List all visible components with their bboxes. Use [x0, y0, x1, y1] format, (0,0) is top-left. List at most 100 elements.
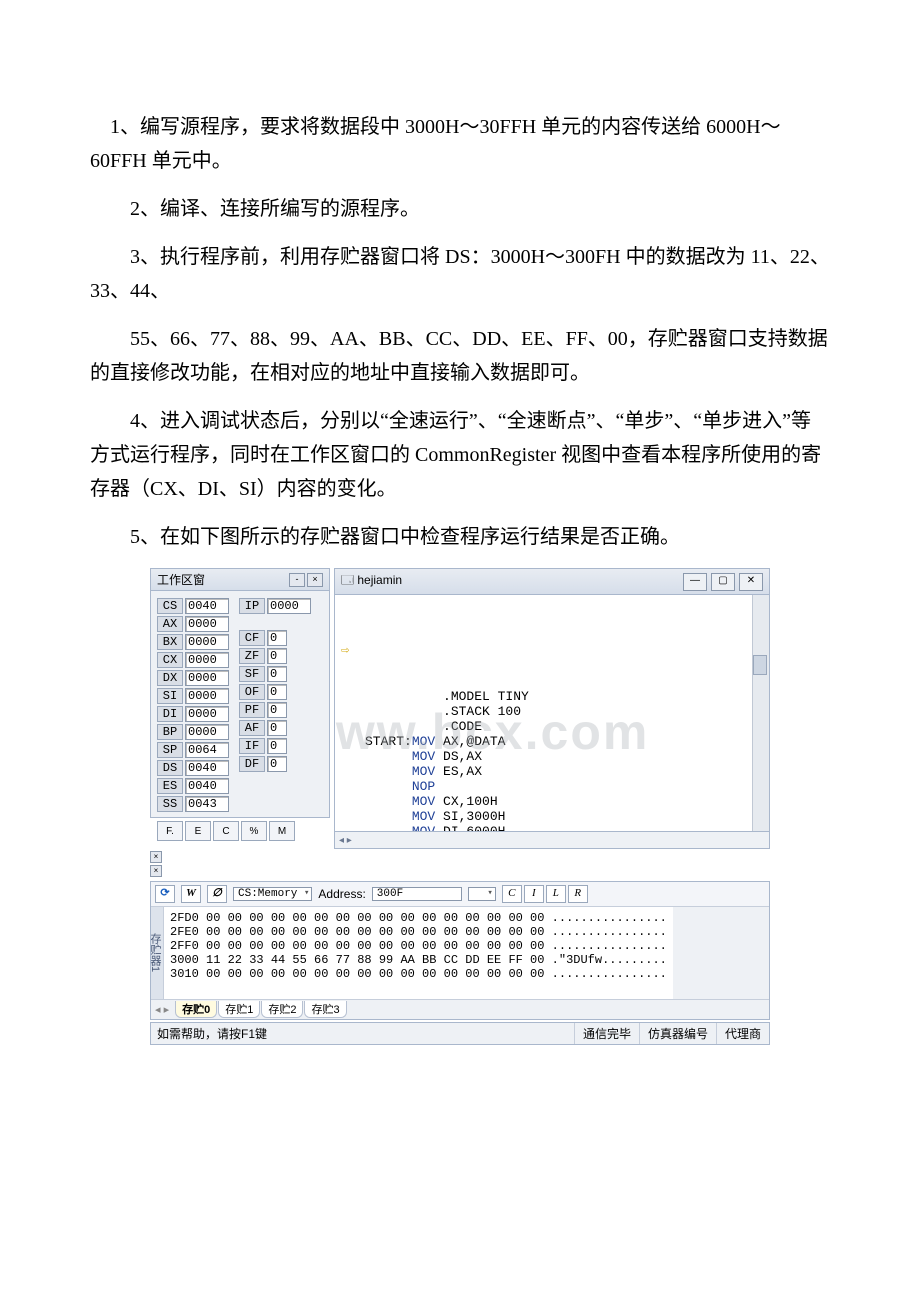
memory-tab[interactable]: 存贮1: [218, 1001, 260, 1018]
flag-label: CF: [239, 630, 265, 646]
code-line: MOV SI,3000H: [365, 809, 763, 824]
flag-label: AF: [239, 720, 265, 736]
debugger-screenshot: 工作区窗 - × CS0040AX0000BX0000CX0000DX0000S…: [150, 568, 770, 1045]
code-line: MOV DS,AX: [365, 749, 763, 764]
mem-tool-button[interactable]: I: [524, 885, 544, 903]
reg-value[interactable]: 0040: [185, 598, 229, 614]
flag-value[interactable]: 0: [267, 630, 287, 646]
reg-label: DX: [157, 670, 183, 686]
flag-label: IF: [239, 738, 265, 754]
reg-label: ES: [157, 778, 183, 794]
mem-tool-button[interactable]: L: [546, 885, 566, 903]
vertical-scrollbar[interactable]: [752, 595, 769, 831]
reg-value[interactable]: 0043: [185, 796, 229, 812]
reg-label: DS: [157, 760, 183, 776]
status-cell: 代理商: [716, 1023, 769, 1044]
reg-label: BP: [157, 724, 183, 740]
tab-scroll-left[interactable]: ◂ ▸: [155, 1003, 169, 1016]
pane-pin-icon[interactable]: -: [289, 573, 305, 587]
workspace-tab[interactable]: E: [185, 821, 211, 841]
reg-value[interactable]: 0000: [185, 724, 229, 740]
mem-write-button[interactable]: W: [181, 885, 201, 903]
mem-eye-button[interactable]: ∅: [207, 885, 227, 903]
reg-value[interactable]: 0000: [185, 706, 229, 722]
flag-value[interactable]: 0: [267, 756, 287, 772]
code-line: MOV CX,100H: [365, 794, 763, 809]
panel-close-icon[interactable]: ×: [150, 865, 162, 877]
memory-row[interactable]: 3000 11 22 33 44 55 66 77 88 99 AA BB CC…: [170, 953, 667, 967]
close-button[interactable]: ✕: [739, 573, 763, 591]
reg-label: SI: [157, 688, 183, 704]
step-1: 1、编写源程序，要求将数据段中 3000H～30FFH 单元的内容传送给 600…: [90, 110, 830, 178]
reg-value[interactable]: 0000: [185, 670, 229, 686]
reg-value[interactable]: 0000: [185, 634, 229, 650]
code-line: .CODE: [365, 719, 763, 734]
reg-label: BX: [157, 634, 183, 650]
code-line: NOP: [365, 779, 763, 794]
mem-tool-button[interactable]: C: [502, 885, 522, 903]
flag-value[interactable]: 0: [267, 720, 287, 736]
memory-tab[interactable]: 存贮3: [304, 1001, 346, 1018]
reg-value[interactable]: 0000: [185, 688, 229, 704]
flag-value[interactable]: 0: [267, 684, 287, 700]
memory-tab[interactable]: 存贮2: [261, 1001, 303, 1018]
code-line: .STACK 100: [365, 704, 763, 719]
code-line: MOV ES,AX: [365, 764, 763, 779]
mem-tool-button[interactable]: R: [568, 885, 588, 903]
panel-close-icon[interactable]: ×: [150, 851, 162, 863]
memory-row[interactable]: 2FE0 00 00 00 00 00 00 00 00 00 00 00 00…: [170, 925, 667, 939]
workspace-tab[interactable]: %: [241, 821, 267, 841]
code-title: hejiamin: [357, 573, 402, 587]
workspace-tab[interactable]: M: [269, 821, 295, 841]
flag-value[interactable]: 0: [267, 648, 287, 664]
code-line: MOV DI,6000H: [365, 824, 763, 832]
reg-label: CX: [157, 652, 183, 668]
pane-close-icon[interactable]: ×: [307, 573, 323, 587]
memory-hex-view[interactable]: 2FD0 00 00 00 00 00 00 00 00 00 00 00 00…: [164, 907, 673, 999]
flag-label: OF: [239, 684, 265, 700]
flag-value[interactable]: 0: [267, 702, 287, 718]
flag-label: DF: [239, 756, 265, 772]
status-help: 如需帮助，请按F1键: [151, 1023, 574, 1044]
memory-tab[interactable]: 存贮0: [175, 1001, 217, 1018]
step-4: 4、进入调试状态后，分别以“全速运行”、“全速断点”、“单步”、“单步进入”等方…: [90, 404, 830, 506]
address-label: Address:: [318, 887, 365, 901]
flag-label: SF: [239, 666, 265, 682]
reg-ip-value[interactable]: 0000: [267, 598, 311, 614]
code-pane: 🗔 hejiamin — ▢ ✕ ⇨ www.b cx.com .MODEL T…: [334, 568, 770, 849]
flag-value[interactable]: 0: [267, 738, 287, 754]
step-5: 5、在如下图所示的存贮器窗口中检查程序运行结果是否正确。: [90, 520, 830, 554]
memory-pane: ⟳ W ∅ CS:Memory Address: 300F CILR 存贮器1 …: [150, 881, 770, 1020]
address-dropdown[interactable]: [468, 887, 496, 901]
reg-value[interactable]: 0000: [185, 616, 229, 632]
memory-row[interactable]: 2FF0 00 00 00 00 00 00 00 00 00 00 00 00…: [170, 939, 667, 953]
mem-refresh-button[interactable]: ⟳: [155, 885, 175, 903]
step-3b: 55、66、77、88、99、AA、BB、CC、DD、EE、FF、00，存贮器窗…: [90, 322, 830, 390]
current-line-arrow-icon: ⇨: [341, 644, 349, 659]
reg-value[interactable]: 0040: [185, 760, 229, 776]
memory-row[interactable]: 3010 00 00 00 00 00 00 00 00 00 00 00 00…: [170, 967, 667, 981]
flag-label: PF: [239, 702, 265, 718]
maximize-button[interactable]: ▢: [711, 573, 735, 591]
memory-side-label: 存贮器1: [151, 907, 164, 999]
status-cell: 仿真器编号: [639, 1023, 716, 1044]
reg-value[interactable]: 0040: [185, 778, 229, 794]
reg-value[interactable]: 0064: [185, 742, 229, 758]
minimize-button[interactable]: —: [683, 573, 707, 591]
step-2: 2、编译、连接所编写的源程序。: [90, 192, 830, 226]
workspace-tab[interactable]: C: [213, 821, 239, 841]
reg-ip-label: IP: [239, 598, 265, 614]
workspace-tab[interactable]: F.: [157, 821, 183, 841]
window-icon: 🗔: [341, 573, 354, 587]
flag-label: ZF: [239, 648, 265, 664]
reg-label: SS: [157, 796, 183, 812]
reg-label: DI: [157, 706, 183, 722]
memory-row[interactable]: 2FD0 00 00 00 00 00 00 00 00 00 00 00 00…: [170, 911, 667, 925]
reg-value[interactable]: 0000: [185, 652, 229, 668]
memory-selector[interactable]: CS:Memory: [233, 887, 312, 901]
code-body: ⇨ www.b cx.com .MODEL TINY .STACK 100 .C…: [334, 594, 770, 832]
code-hscroll[interactable]: ◂ ▸: [334, 832, 770, 849]
status-bar: 如需帮助，请按F1键 通信完毕仿真器编号代理商: [150, 1022, 770, 1045]
address-input[interactable]: 300F: [372, 887, 462, 901]
flag-value[interactable]: 0: [267, 666, 287, 682]
